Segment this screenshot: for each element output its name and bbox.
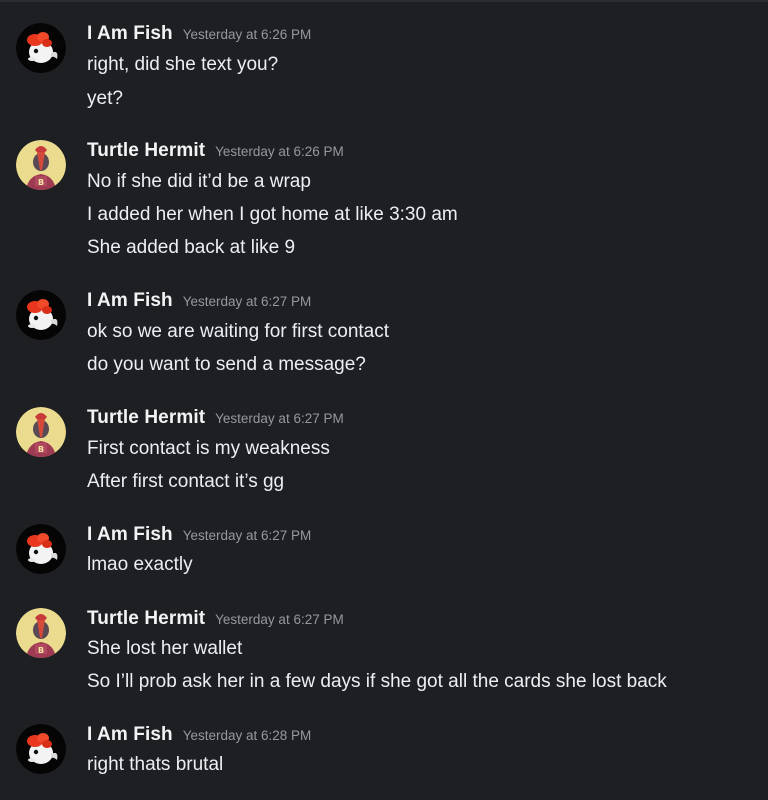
message-text: do you want to send a message? <box>87 354 366 375</box>
timestamp: Yesterday at 6:26 PM <box>182 27 312 42</box>
username[interactable]: I Am Fish <box>87 524 173 546</box>
username[interactable]: Turtle Hermit <box>87 407 205 429</box>
timestamp: Yesterday at 6:26 PM <box>215 144 344 159</box>
message-text: She added back at like 9 <box>87 237 296 258</box>
message-header: Turtle Hermit Yesterday at 6:26 PM <box>87 140 344 168</box>
username[interactable]: I Am Fish <box>87 23 173 45</box>
turtle-hermit-avatar-icon[interactable]: B <box>16 608 66 658</box>
svg-text:B: B <box>38 178 44 187</box>
message-header: I Am Fish Yesterday at 6:27 PM <box>87 524 311 552</box>
goldfish-avatar-icon[interactable] <box>16 524 66 574</box>
svg-text:B: B <box>38 445 44 454</box>
message-text: She lost her wallet <box>87 638 243 659</box>
message-text: right, did she text you? <box>87 54 279 75</box>
timestamp: Yesterday at 6:28 PM <box>182 728 312 743</box>
message-text: lmao exactly <box>87 554 193 575</box>
message-header: I Am Fish Yesterday at 6:26 PM <box>87 23 311 51</box>
message-header: Turtle Hermit Yesterday at 6:27 PM <box>87 407 344 435</box>
timestamp: Yesterday at 6:27 PM <box>182 528 312 543</box>
message-text: So I’ll prob ask her in a few days if sh… <box>87 671 667 692</box>
svg-text:B: B <box>38 646 44 655</box>
message-text: yet? <box>87 88 123 109</box>
goldfish-avatar-icon[interactable] <box>16 290 66 340</box>
turtle-hermit-avatar-icon[interactable]: B <box>16 140 66 190</box>
goldfish-avatar-icon[interactable] <box>16 23 66 73</box>
message-text: First contact is my weakness <box>87 438 330 459</box>
timestamp: Yesterday at 6:27 PM <box>215 612 344 627</box>
timestamp: Yesterday at 6:27 PM <box>182 294 312 309</box>
message-text: I added her when I got home at like 3:30… <box>87 204 458 225</box>
message-header: Turtle Hermit Yesterday at 6:27 PM <box>87 608 344 636</box>
turtle-hermit-avatar-icon[interactable]: B <box>16 407 66 457</box>
message-text: ok so we are waiting for first contact <box>87 321 390 342</box>
goldfish-avatar-icon[interactable] <box>16 724 66 774</box>
message-text: After first contact it’s gg <box>87 471 285 492</box>
username[interactable]: I Am Fish <box>87 724 173 746</box>
username[interactable]: Turtle Hermit <box>87 608 205 630</box>
timestamp: Yesterday at 6:27 PM <box>215 411 344 426</box>
username[interactable]: I Am Fish <box>87 290 173 312</box>
chat-messages[interactable]: I Am Fish Yesterday at 6:26 PM right, di… <box>0 0 768 800</box>
username[interactable]: Turtle Hermit <box>87 140 205 162</box>
message-text: No if she did it’d be a wrap <box>87 171 311 192</box>
message-header: I Am Fish Yesterday at 6:27 PM <box>87 290 311 318</box>
message-text: right thats brutal <box>87 754 224 775</box>
message-header: I Am Fish Yesterday at 6:28 PM <box>87 724 311 752</box>
